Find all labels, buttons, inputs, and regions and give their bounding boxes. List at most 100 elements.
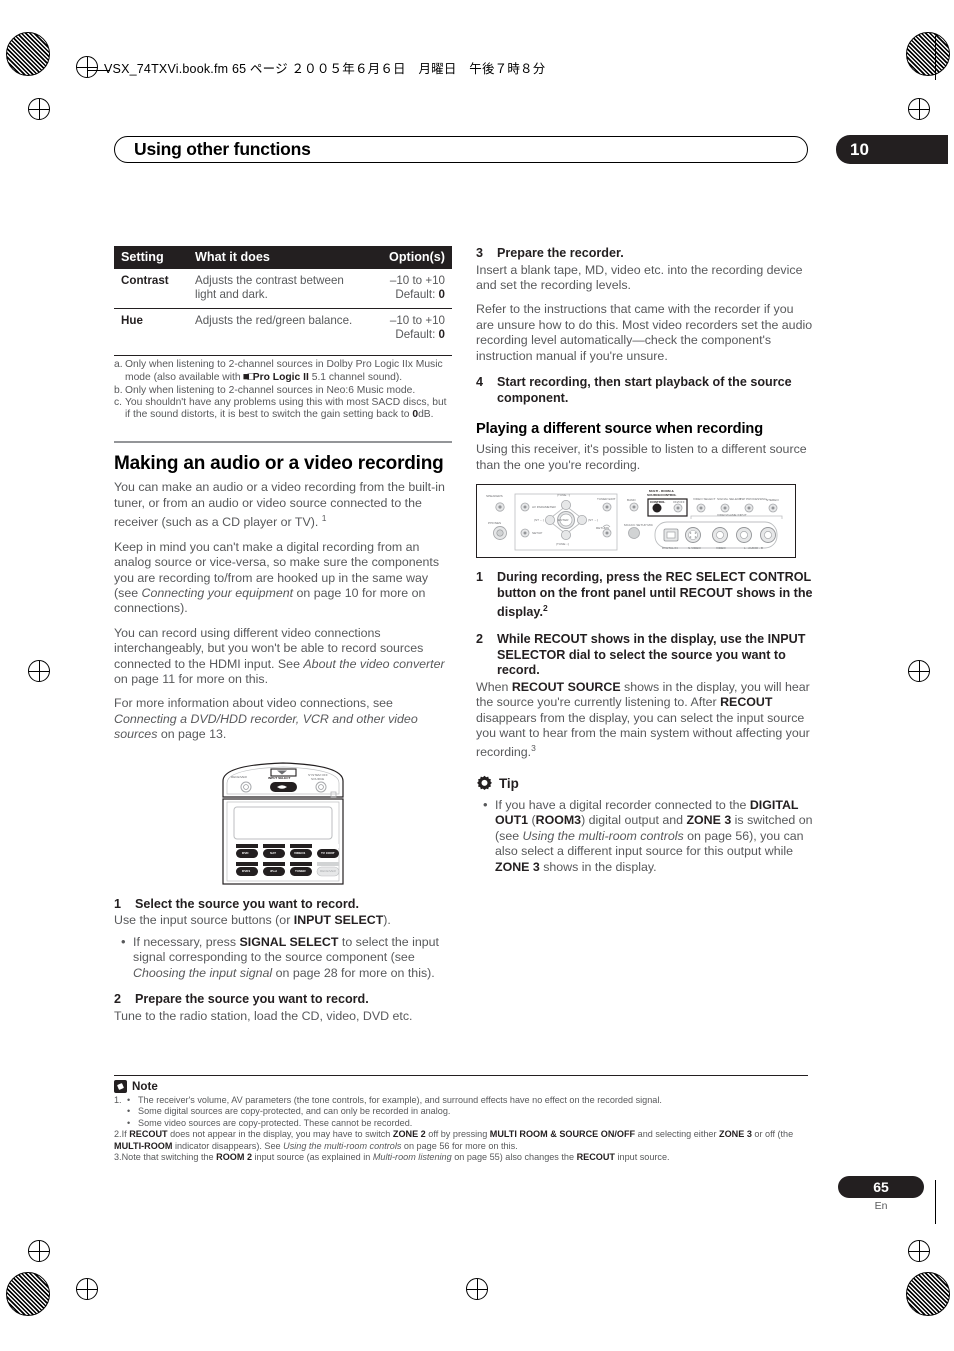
- paragraph-intro-2: Keep in mind you can't make a digital re…: [114, 540, 452, 617]
- note-number: 3.: [114, 1152, 122, 1163]
- footnote-ref-1: 1: [321, 513, 327, 524]
- column-header-what-it-does: What it does: [188, 246, 368, 269]
- footnote-c: c. You shouldn't have any problems using…: [114, 397, 452, 422]
- right-column: 3 Prepare the recorder. Insert a blank t…: [476, 246, 814, 877]
- display-indicator-room2: ROOM 2: [216, 1152, 252, 1163]
- panel-label-audio-lr: L - AUDIO - R: [744, 546, 763, 551]
- footnote-label: a.: [114, 359, 123, 370]
- note-bullet: •: [127, 1106, 131, 1117]
- left-column: Setting What it does Option(s) Contrast …: [114, 246, 452, 1024]
- display-indicator-zone3: ZONE 3: [719, 1129, 752, 1140]
- step-title: During recording, press the REC SELECT C…: [497, 570, 814, 621]
- note-bullet: •: [127, 1117, 131, 1128]
- note-text-2: does not appear in the display, you may …: [167, 1129, 393, 1140]
- remote-button-ipod[interactable]: iPod: [270, 869, 277, 873]
- corner-mark-bottom-right: [906, 1272, 950, 1316]
- step-number: 2: [114, 991, 122, 1006]
- panel-label-stereo: STEREO: [766, 498, 779, 503]
- remote-button-dvd[interactable]: DVD: [242, 851, 249, 855]
- gear-icon: [477, 775, 492, 790]
- registration-target-bottom-outer-left: [76, 1278, 98, 1300]
- language-code: En: [874, 1200, 888, 1212]
- tip-bullets: If you have a digital recorder connected…: [476, 797, 814, 875]
- cell-setting-name: Contrast: [114, 269, 188, 309]
- paragraph-text: For more information about video connect…: [114, 696, 393, 711]
- note-number: 2.: [114, 1129, 122, 1140]
- options-default-label: Default:: [395, 288, 439, 301]
- panel-label-phones: PHONES: [488, 521, 502, 526]
- panel-label-control: CONTROL: [650, 500, 666, 505]
- cross-reference-link: Using the multi-room controls: [522, 828, 684, 843]
- step-1-bullets: If necessary, press SIGNAL SELECT to sel…: [114, 934, 452, 981]
- bullet-text: If necessary, press: [133, 934, 240, 949]
- step-number: 1: [476, 570, 484, 585]
- display-indicator-recout: RECOUT: [720, 695, 773, 710]
- remote-button-receiver[interactable]: RECEIVER: [320, 869, 336, 873]
- note-number: 1.: [114, 1095, 122, 1105]
- display-indicator-zone3: ZONE 3: [495, 859, 540, 874]
- remote-button-tv-cont[interactable]: TV CONT: [321, 851, 335, 855]
- table-row: Contrast Adjusts the contrast between li…: [114, 269, 452, 309]
- note-text: Some digital sources are copy-protected,…: [138, 1106, 451, 1117]
- page-title: Using other functions: [134, 139, 311, 159]
- note-text-3: on page 55) also changes the: [451, 1152, 577, 1163]
- step-2-heading: 2 Prepare the source you want to record.: [114, 992, 452, 1008]
- note-text-6: indicator disappears). See: [172, 1140, 284, 1151]
- remote-button-video1[interactable]: VIDEO1: [294, 851, 305, 855]
- panel-label-band: BAND: [627, 498, 636, 503]
- column-header-options: Option(s): [368, 246, 452, 269]
- options-default-label: Default:: [395, 328, 439, 341]
- step-1: 1 Select the source you want to record. …: [114, 897, 452, 981]
- chapter-title-bar: Using other functions: [114, 136, 808, 163]
- note-text-3: off by pressing: [425, 1129, 490, 1140]
- panel-label-dsp-processing: DSP PROCESSING: [739, 497, 767, 502]
- remote-button-dvr1[interactable]: DVR1: [242, 869, 250, 873]
- remote-button-tuner[interactable]: TUNER: [295, 869, 306, 873]
- panel-label-video: VIDEO: [716, 546, 726, 551]
- step-2: 2 Prepare the source you want to record.…: [114, 992, 452, 1024]
- step-title: Start recording, then start playback of …: [497, 375, 792, 405]
- note-icon: [114, 1080, 127, 1093]
- bullet-text-tail: on page 28 for more on this).: [272, 965, 435, 980]
- note-item-1-line-2: • Some digital sources are copy-protecte…: [114, 1106, 808, 1117]
- step-title-part1: During recording, press the: [497, 570, 666, 585]
- notes-divider: [114, 1075, 808, 1076]
- paragraph-text-tail: on page 11 for more on this.: [114, 672, 269, 687]
- panel-label-digital-in: DIGITAL IN: [662, 546, 678, 551]
- table-footnotes: a. Only when listening to 2-channel sour…: [114, 355, 452, 421]
- registration-target-mid-left: [28, 660, 50, 682]
- note-text-4: and selecting either: [635, 1129, 720, 1140]
- panel-label-signal-select: SIGNAL SELECT: [717, 497, 742, 502]
- tip-text-2: (: [528, 813, 536, 828]
- step-title: While RECOUT shows in the display, use t…: [497, 632, 814, 679]
- footnote-text-part2: dB.: [418, 409, 434, 421]
- panel-label-tuner-edit: TUNER EDIT: [597, 497, 616, 502]
- note-text-7: on page 56 for more on this.: [401, 1140, 518, 1151]
- note-heading: Note: [114, 1080, 808, 1093]
- panel-label-enter: ENTER: [558, 518, 569, 523]
- connector-name-room3: ROOM3: [535, 813, 582, 828]
- footnote-text-part1: You shouldn't have any problems using th…: [125, 396, 447, 421]
- remote-button-sat[interactable]: SAT: [270, 851, 276, 855]
- footnote-label: c.: [114, 396, 123, 408]
- step-number: 1: [114, 896, 122, 911]
- section-heading-making-recording: Making an audio or a video recording: [114, 453, 444, 475]
- step-2-body: Tune to the radio station, load the CD, …: [114, 1008, 413, 1023]
- paragraph-intro-1: You can make an audio or a video recordi…: [114, 480, 452, 530]
- panel-label-source-control: SOURCE/CONTROL: [647, 493, 677, 498]
- tip-heading: Tip: [476, 775, 814, 792]
- panel-label-s-video: S-VIDEO: [688, 546, 701, 551]
- display-indicator-recout: RECOUT: [534, 632, 588, 646]
- paragraph-playing-intro: Using this receiver, it's possible to li…: [476, 442, 807, 472]
- paragraph-text-tail: on page 13.: [157, 727, 227, 742]
- display-indicator-recout: RECOUT: [576, 1152, 615, 1163]
- footnote-text: Only when listening to 2-channel sources…: [125, 359, 452, 385]
- remote-label-input-select: INPUT SELECT: [268, 775, 291, 780]
- panel-label-on-off: ON/OFF: [673, 500, 685, 505]
- cell-setting-options: –10 to +10 Default: 0: [368, 269, 452, 309]
- remote-label-source: SOURCE: [311, 776, 325, 781]
- registration-target-top-right: [908, 98, 930, 120]
- step-4-heading: 4 Start recording, then start playback o…: [476, 375, 814, 406]
- step-rec-1: 1 During recording, press the REC SELECT…: [476, 570, 814, 621]
- display-indicator-recout: RECOUT: [679, 585, 733, 600]
